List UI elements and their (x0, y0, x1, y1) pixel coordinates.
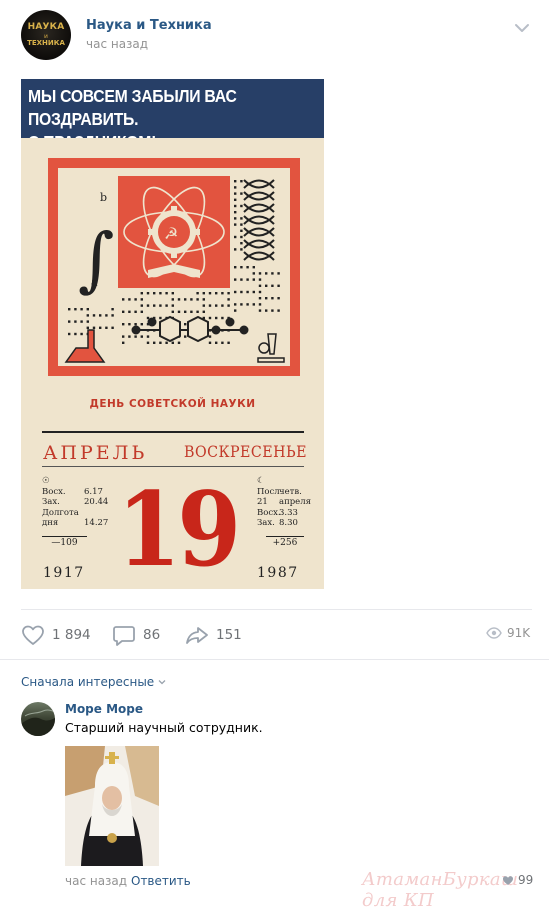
calendar-caption: ДЕНЬ СОВЕТСКОЙ НАУКИ (89, 398, 256, 410)
calendar-day: 19 (117, 470, 241, 589)
heart-icon (503, 875, 513, 885)
moon-value: четв. (279, 486, 302, 497)
post-time[interactable]: час назад (86, 37, 148, 51)
moon-label: 21 (257, 497, 268, 507)
share-icon (186, 627, 208, 644)
right-delta: +256 (266, 536, 304, 548)
calendar-sheet: ∫ b a ☭ ДЕНЬ СОВЕТСКОЙ НАУКИ АПРЕЛЬ ВОСК… (21, 138, 324, 589)
comment-icon (113, 626, 135, 646)
moon-info: ☾ Посл.четв. 21 апреля Восх.3.33 Зах. 8.30 (257, 476, 311, 529)
svg-text:b: b (100, 191, 107, 204)
sun-value: 20.44 (84, 497, 109, 507)
comment-button[interactable]: 86 (112, 624, 160, 646)
sun-label: Зах. (42, 497, 60, 507)
eye-icon (486, 627, 502, 639)
moon-value: апреля (279, 497, 311, 507)
comment-author[interactable]: Море Море (65, 702, 143, 716)
comment-time[interactable]: час назад (65, 874, 127, 888)
sun-label: Восх. (42, 486, 66, 497)
moon-label: Восх. (257, 507, 281, 518)
divider (0, 659, 549, 660)
heart-icon (22, 625, 44, 645)
views-counter: 91K (486, 626, 530, 640)
reply-button[interactable]: Ответить (131, 874, 191, 888)
year-left: 1917 (43, 565, 85, 581)
moon-symbol: ☾ (257, 476, 265, 486)
calendar-weekday: ВОСКРЕСЕНЬЕ (184, 443, 307, 461)
group-name[interactable]: Наука и Техника (86, 18, 212, 33)
group-avatar[interactable]: НАУКА и ТЕХНИКА (21, 10, 71, 60)
divider (42, 431, 304, 433)
divider (42, 466, 304, 467)
moon-label: Посл. (257, 486, 283, 497)
left-delta: —109 (42, 536, 87, 548)
comment-like-button[interactable]: 99 (502, 873, 533, 887)
sun-info: ☉ Восх. 6.17 Зах. 20.44 Долгота дня 14.27 (42, 476, 108, 529)
calendar-month: АПРЕЛЬ (43, 442, 148, 464)
views-count: 91K (507, 626, 531, 640)
image-banner: МЫ СОВСЕМ ЗАБЫЛИ ВАС ПОЗДРАВИТЬ. С ПРАЗД… (21, 79, 324, 152)
comments-sort[interactable]: Сначала интересные (21, 675, 167, 689)
svg-text:☭: ☭ (164, 224, 178, 243)
comment-photo[interactable] (65, 746, 159, 866)
sun-symbol: ☉ (42, 476, 50, 486)
sun-value: 6.17 (84, 486, 103, 497)
sun-label: Долгота (42, 507, 79, 518)
science-emblem-icon: ∫ b a ☭ (48, 158, 300, 376)
moon-value: 8.30 (279, 518, 298, 528)
comment-count: 86 (143, 627, 161, 643)
year-right: 1987 (257, 565, 299, 581)
divider (21, 609, 532, 610)
chevron-down-icon (158, 680, 166, 685)
post-header: НАУКА и ТЕХНИКА Наука и Техника час наза… (0, 0, 549, 75)
sort-label: Сначала интересные (21, 675, 155, 689)
chevron-down-icon[interactable] (512, 20, 532, 36)
sun-label: дня (42, 518, 59, 528)
post-image[interactable]: МЫ СОВСЕМ ЗАБЫЛИ ВАС ПОЗДРАВИТЬ. С ПРАЗД… (21, 79, 324, 589)
moon-value: 3.33 (279, 507, 298, 518)
like-count: 1 894 (52, 627, 91, 643)
avatar-text: НАУКА (27, 22, 65, 32)
like-button[interactable]: 1 894 (21, 624, 91, 646)
svg-text:a: a (91, 276, 98, 289)
comment-text: Старший научный сотрудник. (65, 720, 263, 735)
sun-value: 14.27 (84, 518, 109, 528)
banner-line: МЫ СОВСЕМ ЗАБЫЛИ ВАС ПОЗДРАВИТЬ. (28, 86, 237, 129)
avatar-text: ТЕХНИКА (27, 39, 65, 47)
moon-label: Зах. (257, 518, 275, 528)
comment-avatar[interactable] (21, 702, 55, 736)
share-count: 151 (216, 627, 242, 643)
share-button[interactable]: 151 (185, 624, 242, 646)
comment-like-count: 99 (518, 873, 534, 887)
